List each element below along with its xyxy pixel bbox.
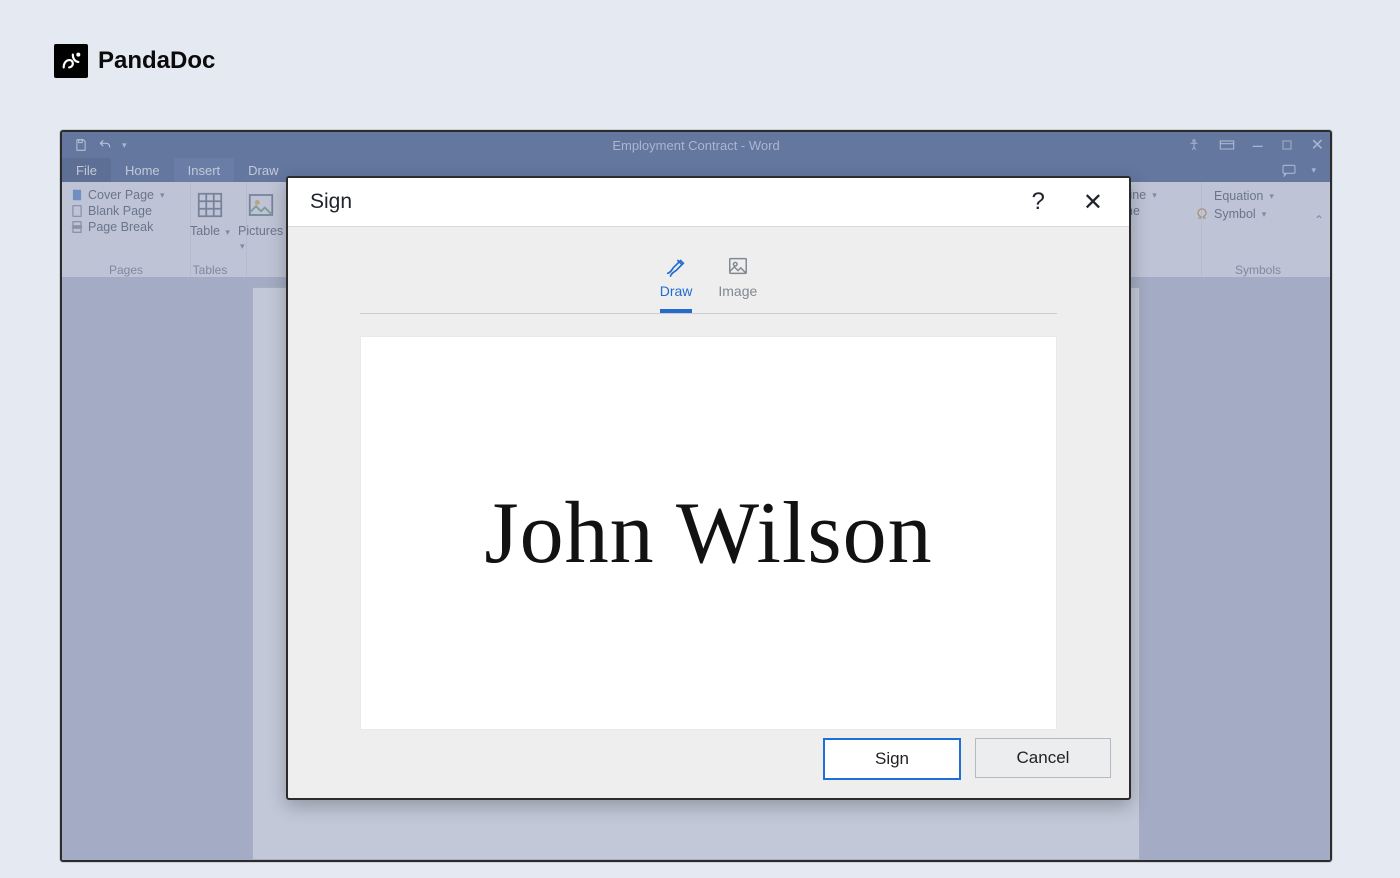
ribbon-collapse-icon[interactable]: ⌃: [1314, 213, 1324, 227]
brand-mark: [54, 44, 88, 78]
image-icon: [726, 255, 750, 277]
tab-insert[interactable]: Insert: [174, 158, 235, 182]
signature-method-tabs: Draw Image: [288, 255, 1129, 313]
symbol-button[interactable]: Symbol▾: [1194, 206, 1322, 222]
panda-icon: [60, 50, 82, 72]
omega-icon: [1194, 206, 1210, 222]
group-label-symbols: Symbols: [1186, 263, 1330, 277]
maximize-icon[interactable]: [1281, 139, 1293, 151]
signature-text: John Wilson: [484, 483, 932, 584]
brand-logo: PandaDoc: [54, 44, 215, 78]
cover-page-icon: [70, 188, 84, 202]
sign-button[interactable]: Sign: [823, 738, 961, 780]
ribbon-display-icon[interactable]: [1219, 139, 1235, 151]
close-icon[interactable]: ✕: [1083, 188, 1103, 217]
window-close-icon[interactable]: ✕: [1311, 135, 1324, 155]
window-title: Employment Contract - Word: [62, 138, 1330, 153]
dialog-footer: Sign Cancel: [823, 738, 1111, 780]
pictures-button[interactable]: Pictures ▾: [238, 190, 283, 281]
help-icon[interactable]: ?: [1032, 188, 1045, 217]
ribbon-group-symbols: Equation▾ Symbol▾ Symbols: [1186, 182, 1330, 281]
blank-page-icon: [70, 204, 84, 218]
dialog-title: Sign: [288, 190, 352, 214]
comments-icon[interactable]: [1281, 163, 1297, 177]
accessibility-icon[interactable]: [1187, 138, 1201, 152]
window-titlebar: ▾ Employment Contract - Word – ✕: [62, 132, 1330, 158]
tab-divider: [360, 313, 1057, 314]
dialog-titlebar: Sign ? ✕: [288, 178, 1129, 227]
tab-draw-label: Draw: [660, 283, 693, 299]
page-break-icon: [70, 220, 84, 234]
tab-home[interactable]: Home: [111, 158, 174, 182]
tab-file[interactable]: File: [62, 158, 111, 182]
cancel-button[interactable]: Cancel: [975, 738, 1111, 778]
pictures-icon: [246, 190, 276, 220]
ribbon-group-pages: Cover Page▾ Blank Page Page Break Pages: [62, 182, 191, 281]
blank-page-button[interactable]: Blank Page: [70, 204, 182, 218]
tab-draw[interactable]: Draw: [234, 158, 292, 182]
table-icon: [195, 190, 225, 220]
brand-name: PandaDoc: [98, 47, 215, 75]
cover-page-button[interactable]: Cover Page▾: [70, 188, 182, 202]
signature-canvas[interactable]: John Wilson: [360, 336, 1057, 730]
tab-draw[interactable]: Draw: [660, 255, 693, 313]
share-dropdown-icon[interactable]: ▾: [1311, 165, 1316, 176]
pen-icon: [664, 255, 688, 277]
pi-icon: [1194, 188, 1210, 204]
group-label-pages: Pages: [62, 263, 190, 277]
tab-image[interactable]: Image: [718, 255, 757, 313]
tab-image-label: Image: [718, 283, 757, 299]
equation-button[interactable]: Equation▾: [1194, 188, 1322, 204]
sign-dialog: Sign ? ✕ Draw Image John Wilson Sign Can…: [286, 176, 1131, 800]
page-break-button[interactable]: Page Break: [70, 220, 182, 234]
table-button[interactable]: Table ▾: [190, 190, 230, 238]
